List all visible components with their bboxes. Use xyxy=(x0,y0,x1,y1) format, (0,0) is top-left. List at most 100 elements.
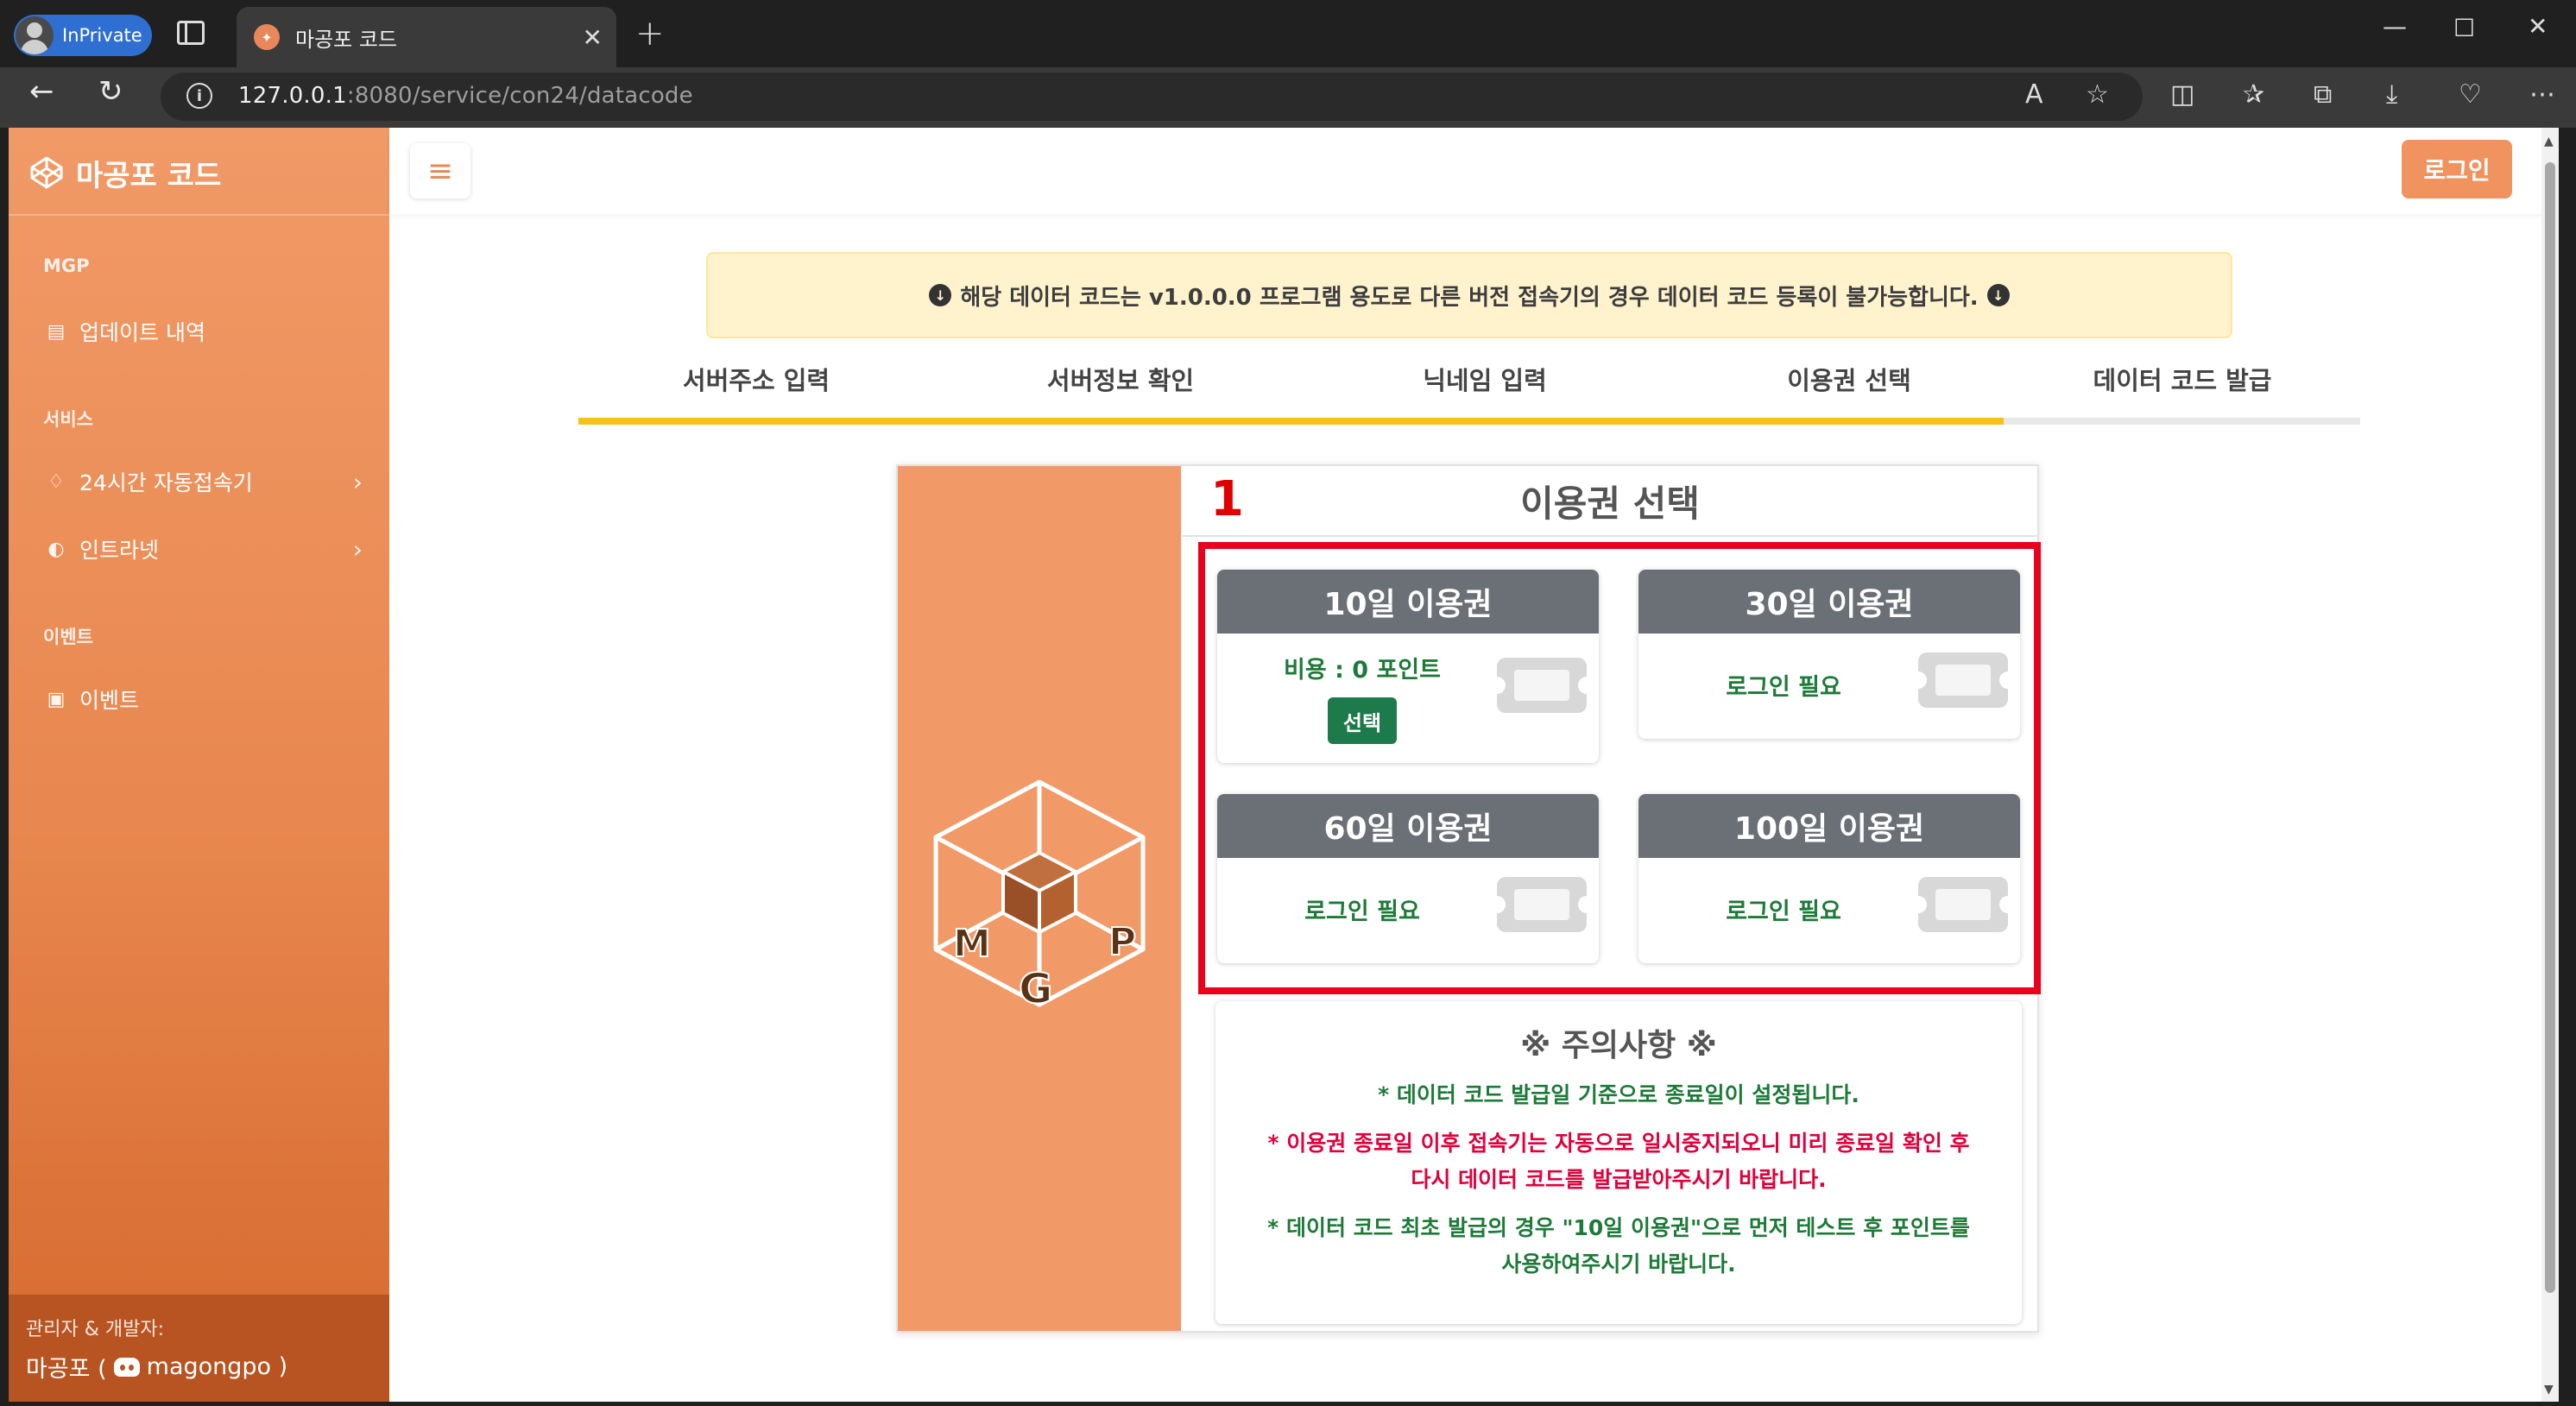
notice-text: 해당 데이터 코드는 v1.0.0.0 프로그램 용도로 다른 버전 접속기의 … xyxy=(960,284,1979,311)
section-label-service: 서비스 xyxy=(43,409,93,430)
chevron-right-icon: › xyxy=(352,534,363,564)
ticket-icon xyxy=(1910,653,2017,708)
caution-line-3a: * 데이터 코드 최초 발급의 경우 "10일 이용권"으로 먼저 테스트 후 … xyxy=(1267,1215,1970,1240)
ticket-body: 로그인 필요 xyxy=(1638,634,2020,739)
browser-essentials-icon[interactable]: ♡ xyxy=(2459,79,2482,110)
collections-icon[interactable]: ⧉ xyxy=(2314,79,2332,110)
favorite-star-icon[interactable]: ☆ xyxy=(2086,79,2109,110)
select-button[interactable]: 선택 xyxy=(1328,697,1397,744)
page-scrollbar[interactable]: ▲ ▼ xyxy=(2541,128,2559,1402)
top-navbar: ≡ 로그인 xyxy=(389,128,2559,214)
browser-tab-bar: InPrivate ✦ 마공포 코드 ✕ + — ☐ ✕ xyxy=(0,0,2576,67)
divider xyxy=(9,214,389,216)
caution-line-1: * 데이터 코드 발급일 기준으로 종료일이 설정됩니다. xyxy=(1378,1082,1859,1107)
login-required-text: 로그인 필요 xyxy=(1304,898,1420,925)
annotation-number: 1 xyxy=(1210,471,1244,527)
section-label-mgp: MGP xyxy=(43,255,90,276)
brand-name: 마공포 코드 xyxy=(76,158,222,193)
sidebar-item-label: 업데이트 내역 xyxy=(79,320,205,345)
close-window-icon[interactable]: ✕ xyxy=(2528,12,2548,41)
progress-steps: 서버주소 입력 서버정보 확인 닉네임 입력 이용권 선택 데이터 코드 발급 xyxy=(578,361,2360,416)
back-icon[interactable]: ← xyxy=(29,74,54,109)
inprivate-label: InPrivate xyxy=(62,25,142,46)
ticket-title: 60일 이용권 xyxy=(1217,794,1599,858)
more-options-icon[interactable]: ⋯ xyxy=(2529,79,2555,110)
login-required-text: 로그인 필요 xyxy=(1726,674,1841,701)
ticket-body: 로그인 필요 xyxy=(1217,858,1599,963)
logo-letter-g: G xyxy=(1019,965,1052,1013)
developer-name: 마공포 ( xyxy=(26,1356,107,1383)
sidebar-item-auto-connector[interactable]: ♢ 24시간 자동접속기 › xyxy=(43,463,363,501)
ticket-icon xyxy=(1488,658,1595,713)
step-data-code: 데이터 코드 발급 xyxy=(2093,366,2272,395)
split-screen-icon[interactable]: ◫ xyxy=(2170,79,2194,110)
refresh-icon[interactable]: ↻ xyxy=(98,74,123,109)
scroll-up-icon[interactable]: ▲ xyxy=(2544,135,2554,148)
web-page: 마공포 코드 MGP ▤ 업데이트 내역 서비스 ♢ 24시간 자동접속기 › … xyxy=(9,128,2559,1402)
download-circle-icon: ↓ xyxy=(929,284,952,306)
card-title: 이용권 선택 xyxy=(1183,466,2037,537)
step-ticket-select: 이용권 선택 xyxy=(1787,366,1911,395)
close-tab-icon[interactable]: ✕ xyxy=(583,23,603,52)
progress-fill xyxy=(578,418,2005,425)
step-server-info: 서버정보 확인 xyxy=(1046,366,1195,395)
ticket-cost: 비용 : 0 포인트 xyxy=(1284,657,1441,684)
ticket-title: 100일 이용권 xyxy=(1638,794,2020,858)
caution-line-3b: 사용하여주시기 바랍니다. xyxy=(1501,1252,1736,1277)
maximize-icon[interactable]: ☐ xyxy=(2453,14,2475,42)
downloads-icon[interactable]: ⤓ xyxy=(2386,79,2397,110)
calendar-icon: ▣ xyxy=(47,688,66,710)
chevron-right-icon: › xyxy=(352,467,363,496)
favorites-icon[interactable]: ✰ xyxy=(2243,79,2264,110)
codepen-logo-icon xyxy=(30,156,63,189)
login-required-text: 로그인 필요 xyxy=(1726,898,1841,925)
tab-title: 마공포 코드 xyxy=(295,27,398,52)
ticket-icon xyxy=(1488,877,1595,932)
caution-title: ※ 주의사항 ※ xyxy=(1520,1028,1717,1063)
scroll-thumb[interactable] xyxy=(2545,162,2555,1293)
ticket-body: 비용 : 0 포인트 선택 xyxy=(1217,634,1599,746)
discord-icon xyxy=(113,1357,140,1377)
download-circle-icon: ↓ xyxy=(1986,284,2010,306)
sidebar-item-updates[interactable]: ▤ 업데이트 내역 xyxy=(43,312,363,350)
tab-actions-icon[interactable] xyxy=(177,21,205,45)
ticket-100-days: 100일 이용권 로그인 필요 xyxy=(1638,794,2020,963)
caution-line-2a: * 이용권 종료일 이후 접속기는 자동으로 일시중지되오니 미리 종료일 확인… xyxy=(1267,1131,1970,1156)
sidebar-item-intranet[interactable]: ◐ 인트라넷 › xyxy=(43,530,363,568)
minimize-icon[interactable]: — xyxy=(2383,12,2407,41)
half-circle-icon: ◐ xyxy=(47,538,65,560)
browser-tab[interactable]: ✦ 마공포 코드 ✕ xyxy=(237,7,616,67)
ticket-card: M G P 이용권 선택 1 10일 이용권 비용 : 0 포인트 선택 30일… xyxy=(896,464,2041,1333)
section-label-event: 이벤트 xyxy=(43,627,93,647)
inprivate-badge[interactable]: InPrivate xyxy=(14,15,152,56)
sidebar-item-label: 이벤트 xyxy=(79,688,140,713)
ticket-10-days: 10일 이용권 비용 : 0 포인트 선택 xyxy=(1217,570,1599,763)
ticket-60-days: 60일 이용권 로그인 필요 xyxy=(1217,794,1599,963)
sidebar-item-event[interactable]: ▣ 이벤트 xyxy=(43,680,363,718)
caution-box: ※ 주의사항 ※ * 데이터 코드 발급일 기준으로 종료일이 설정됩니다. *… xyxy=(1215,1001,2022,1324)
ticket-icon xyxy=(1910,877,2017,932)
version-notice: ↓ 해당 데이터 코드는 v1.0.0.0 프로그램 용도로 다른 버전 접속기… xyxy=(706,252,2232,338)
ticket-title: 10일 이용권 xyxy=(1217,570,1599,634)
caution-line-2b: 다시 데이터 코드를 발급받아주시기 바랍니다. xyxy=(1411,1167,1827,1192)
logo-letter-m: M xyxy=(953,922,991,966)
url-text[interactable]: 127.0.0.1:8080/service/con24/datacode xyxy=(238,83,693,109)
sidebar-item-label: 24시간 자동접속기 xyxy=(79,470,253,495)
site-info-icon[interactable]: i xyxy=(186,83,212,109)
footer-credit: 마공포 ( magongpo ) xyxy=(26,1350,372,1384)
sidebar-item-label: 인트라넷 xyxy=(79,538,160,563)
mgp-cube-logo: M G P xyxy=(933,779,1146,1014)
footer-label: 관리자 & 개발자: xyxy=(26,1319,164,1340)
step-server-address: 서버주소 입력 xyxy=(682,366,830,395)
brand[interactable]: 마공포 코드 xyxy=(29,147,221,199)
step-nickname: 닉네임 입력 xyxy=(1423,366,1547,395)
card-logo-panel: M G P xyxy=(898,466,1181,1331)
logo-letter-p: P xyxy=(1108,920,1136,964)
login-button[interactable]: 로그인 xyxy=(2402,140,2512,199)
scroll-down-icon[interactable]: ▼ xyxy=(2544,1383,2554,1397)
discord-handle[interactable]: magongpo ) xyxy=(147,1353,288,1380)
read-aloud-icon[interactable]: A xyxy=(2025,79,2043,110)
sidebar-footer: 관리자 & 개발자: 마공포 ( magongpo ) xyxy=(9,1295,389,1402)
hamburger-icon[interactable]: ≡ xyxy=(410,143,470,199)
new-tab-icon[interactable]: + xyxy=(635,14,665,54)
